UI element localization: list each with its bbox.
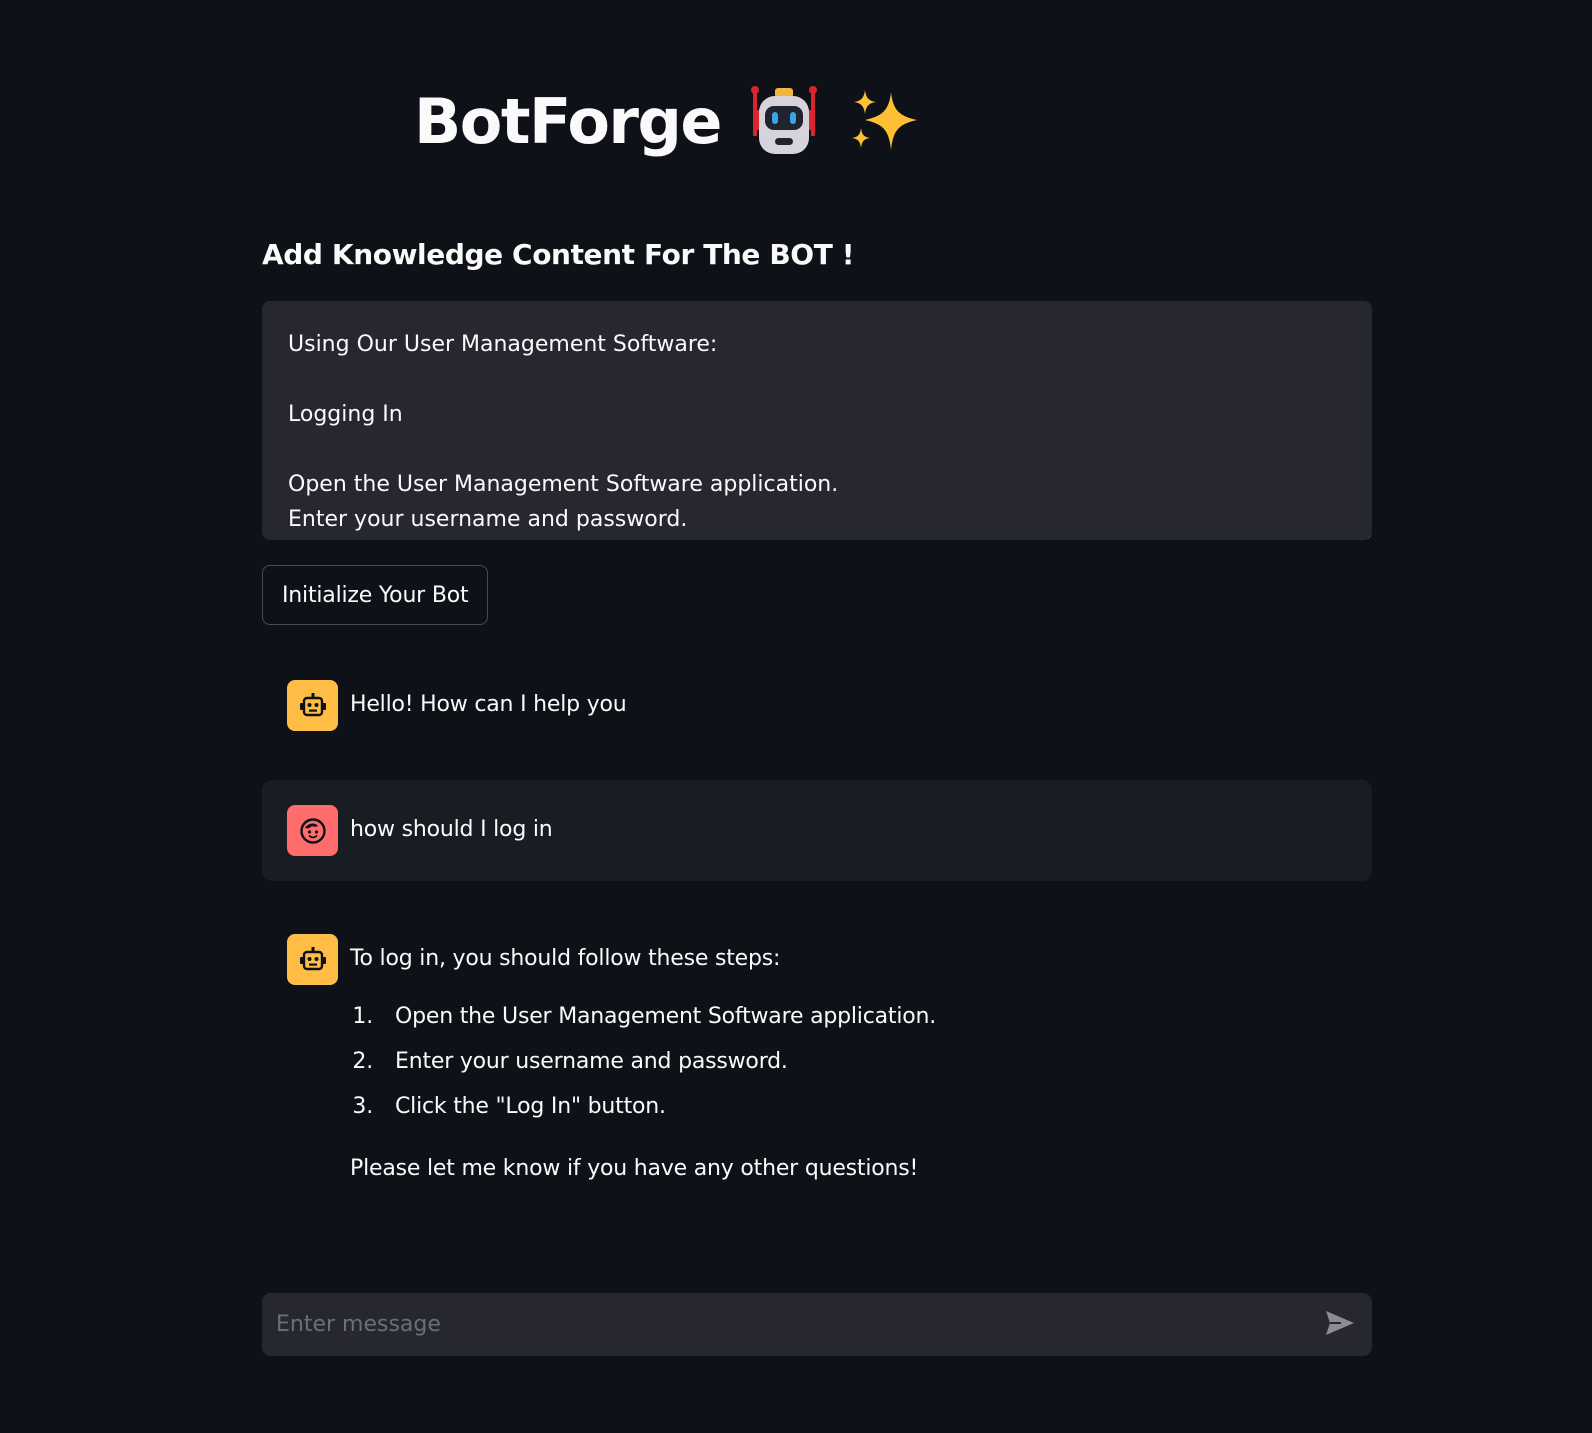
knowledge-line: Enter your username and password. (288, 507, 688, 532)
step-number: 3. (352, 1094, 373, 1119)
list-item: 1. Open the User Management Software appl… (350, 994, 936, 1039)
knowledge-line (288, 362, 1346, 397)
sparkles-icon (847, 84, 921, 158)
knowledge-heading: Add Knowledge Content For The BOT ! (262, 238, 855, 271)
message-input[interactable] (262, 1293, 1292, 1356)
resize-handle-icon[interactable] (1362, 530, 1372, 540)
message-closing-text: Please let me know if you have any other… (350, 1156, 919, 1181)
list-item: 2. Enter your username and password. (350, 1039, 936, 1084)
app-title: BotForge (414, 84, 722, 158)
robot-icon (747, 84, 821, 158)
knowledge-line: Logging In (288, 402, 403, 427)
app-main: BotForge Add Knowledge Content For The B… (0, 0, 1592, 1433)
message-text: how should I log in (350, 817, 553, 842)
bot-face-icon (287, 934, 338, 985)
step-text: Open the User Management Software applic… (395, 1004, 937, 1029)
chat-message-user: how should I log in (262, 780, 1372, 881)
initialize-bot-button[interactable]: Initialize Your Bot (262, 565, 489, 625)
list-item: 3. Click the "Log In" button. (350, 1084, 936, 1129)
chat-input-bar (262, 1293, 1372, 1356)
step-text: Click the "Log In" button. (395, 1094, 666, 1119)
step-number: 2. (352, 1049, 373, 1074)
chat-message-assistant: Hello! How can I help you (262, 672, 1372, 748)
message-text: Hello! How can I help you (350, 692, 627, 717)
step-number: 1. (352, 1004, 373, 1029)
step-text: Enter your username and password. (395, 1049, 788, 1074)
send-button[interactable] (1322, 1307, 1358, 1343)
knowledge-line (288, 432, 1346, 467)
bot-face-icon (287, 680, 338, 731)
message-text: To log in, you should follow these steps… (350, 946, 781, 971)
user-face-icon (287, 805, 338, 856)
knowledge-line: Open the User Management Software applic… (288, 472, 839, 497)
send-icon (1325, 1310, 1355, 1340)
steps-list: 1. Open the User Management Software appl… (350, 994, 936, 1129)
page-title: BotForge (414, 84, 921, 158)
knowledge-line: Using Our User Management Software: (288, 332, 718, 357)
chat-message-assistant: To log in, you should follow these steps… (262, 926, 1372, 1216)
knowledge-textarea[interactable]: Using Our User Management Software: Logg… (262, 301, 1372, 540)
